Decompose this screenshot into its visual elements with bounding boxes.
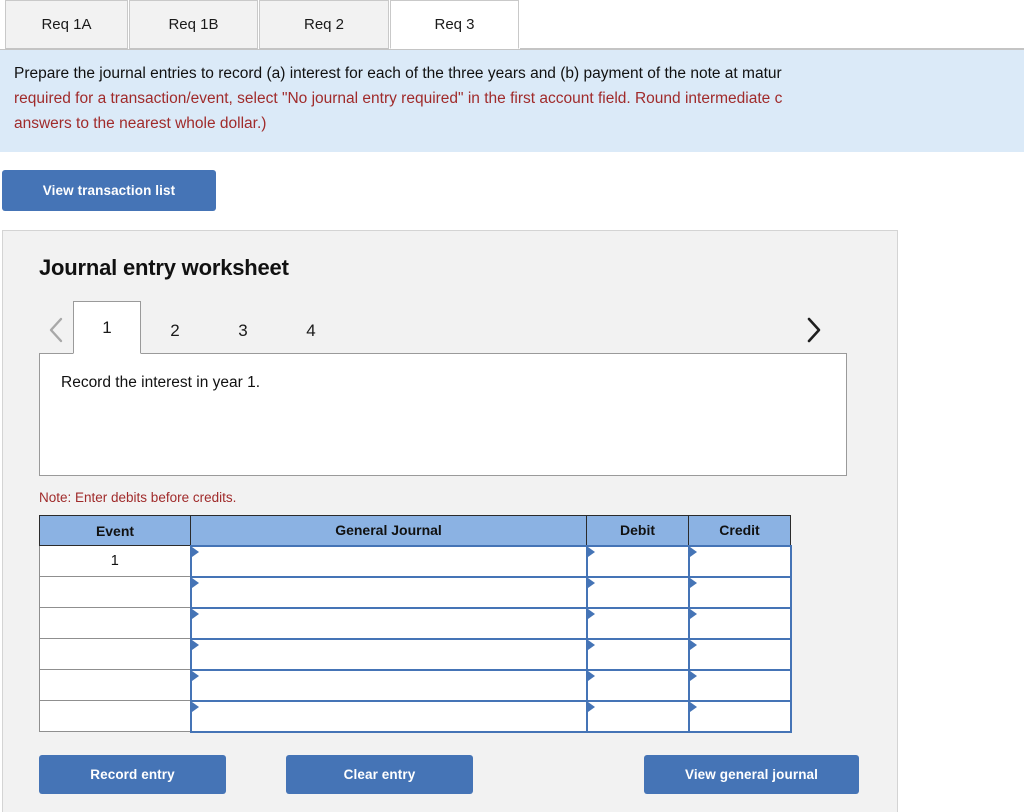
dropdown-marker-icon: [689, 639, 697, 650]
cell-general-journal-input[interactable]: [189, 637, 588, 671]
cell-debit-input[interactable]: [585, 637, 690, 671]
cell-event: [39, 669, 191, 701]
worksheet-action-buttons: Record entry Clear entry View general jo…: [39, 754, 859, 794]
dropdown-marker-icon: [191, 577, 199, 588]
worksheet-page-2[interactable]: 2: [141, 307, 209, 353]
panel-title: Journal entry worksheet: [39, 255, 289, 280]
dropdown-marker-icon: [587, 701, 595, 712]
cell-credit-input[interactable]: [687, 606, 792, 640]
cell-credit-input[interactable]: [687, 668, 792, 702]
cell-general-journal-input[interactable]: [189, 606, 588, 640]
worksheet-page-label: 2: [170, 320, 180, 340]
req-tab-req-1a[interactable]: Req 1A: [5, 0, 128, 49]
column-header-debit: Debit: [586, 515, 689, 546]
worksheet-page-label: 4: [306, 320, 316, 340]
cell-event: [39, 576, 191, 608]
table-header-row: Event General Journal Debit Credit: [39, 515, 791, 546]
transaction-list-toolbar: View transaction list: [0, 152, 1024, 211]
worksheet-page-3[interactable]: 3: [209, 307, 277, 353]
req-tab-label: Req 3: [434, 16, 475, 33]
req-tab-req-2[interactable]: Req 2: [259, 0, 389, 49]
cell-debit-input[interactable]: [585, 668, 690, 702]
cell-general-journal-input[interactable]: [189, 668, 588, 702]
table-row: [39, 699, 792, 733]
column-header-credit: Credit: [688, 515, 791, 546]
cell-event: [39, 638, 191, 670]
dropdown-marker-icon: [587, 670, 595, 681]
table-row: [39, 575, 792, 609]
dropdown-marker-icon: [689, 546, 697, 557]
table-row: [39, 606, 792, 640]
cell-debit-input[interactable]: [585, 606, 690, 640]
cell-credit-input[interactable]: [687, 637, 792, 671]
cell-event: [39, 607, 191, 639]
cell-credit-input[interactable]: [687, 575, 792, 609]
worksheet-page-4[interactable]: 4: [277, 307, 345, 353]
instruction-line-3: answers to the nearest whole dollar.): [14, 115, 267, 132]
req-tab-label: Req 1A: [41, 16, 92, 33]
view-general-journal-button[interactable]: View general journal: [644, 754, 859, 794]
cell-debit-input[interactable]: [585, 699, 690, 733]
table-row: [39, 668, 792, 702]
journal-entry-table: Event General Journal Debit Credit 1: [39, 515, 792, 733]
cell-general-journal-input[interactable]: [189, 544, 588, 578]
chevron-right-icon[interactable]: [795, 307, 829, 353]
tab-bar-filler: [520, 0, 1024, 49]
dropdown-marker-icon: [587, 639, 595, 650]
cell-general-journal-input[interactable]: [189, 699, 588, 733]
column-header-general-journal: General Journal: [190, 515, 587, 546]
dropdown-marker-icon: [191, 701, 199, 712]
req-tab-req-1b[interactable]: Req 1B: [129, 0, 258, 49]
entry-description-box: Record the interest in year 1.: [39, 353, 847, 476]
req-tab-req-3[interactable]: Req 3: [390, 0, 519, 49]
worksheet-page-label: 1: [102, 317, 112, 337]
dropdown-marker-icon: [689, 701, 697, 712]
worksheet-pager: 1 2 3 4: [39, 301, 879, 354]
instruction-line-2: required for a transaction/event, select…: [14, 90, 783, 107]
instructions-banner: Prepare the journal entries to record (a…: [0, 50, 1024, 152]
table-row: [39, 637, 792, 671]
dropdown-marker-icon: [587, 608, 595, 619]
record-entry-button[interactable]: Record entry: [39, 754, 226, 794]
dropdown-marker-icon: [689, 670, 697, 681]
cell-debit-input[interactable]: [585, 544, 690, 578]
cell-general-journal-input[interactable]: [189, 575, 588, 609]
table-row: 1: [39, 544, 792, 578]
column-header-event: Event: [39, 515, 191, 546]
dropdown-marker-icon: [689, 608, 697, 619]
cell-credit-input[interactable]: [687, 544, 792, 578]
dropdown-marker-icon: [191, 670, 199, 681]
entry-description-text: Record the interest in year 1.: [61, 374, 261, 391]
worksheet-page-label: 3: [238, 320, 248, 340]
dropdown-marker-icon: [587, 577, 595, 588]
clear-entry-button[interactable]: Clear entry: [286, 754, 473, 794]
cell-event: [39, 700, 191, 732]
cell-event: 1: [39, 545, 191, 577]
chevron-left-icon[interactable]: [39, 307, 73, 353]
dropdown-marker-icon: [587, 546, 595, 557]
instruction-line-1: Prepare the journal entries to record (a…: [14, 65, 782, 82]
req-tab-label: Req 2: [303, 16, 345, 33]
view-transaction-list-button[interactable]: View transaction list: [2, 170, 216, 211]
cell-debit-input[interactable]: [585, 575, 690, 609]
dropdown-marker-icon: [191, 639, 199, 650]
dropdown-marker-icon: [191, 608, 199, 619]
debits-before-credits-note: Note: Enter debits before credits.: [39, 490, 237, 505]
dropdown-marker-icon: [191, 546, 199, 557]
journal-entry-worksheet-panel: Journal entry worksheet 1 2 3 4 Record the …: [2, 230, 898, 812]
dropdown-marker-icon: [689, 577, 697, 588]
worksheet-page-1[interactable]: 1: [73, 301, 141, 354]
req-tab-label: Req 1B: [168, 16, 219, 33]
requirement-tab-bar: Req 1A Req 1B Req 2 Req 3: [0, 0, 1024, 50]
cell-credit-input[interactable]: [687, 699, 792, 733]
